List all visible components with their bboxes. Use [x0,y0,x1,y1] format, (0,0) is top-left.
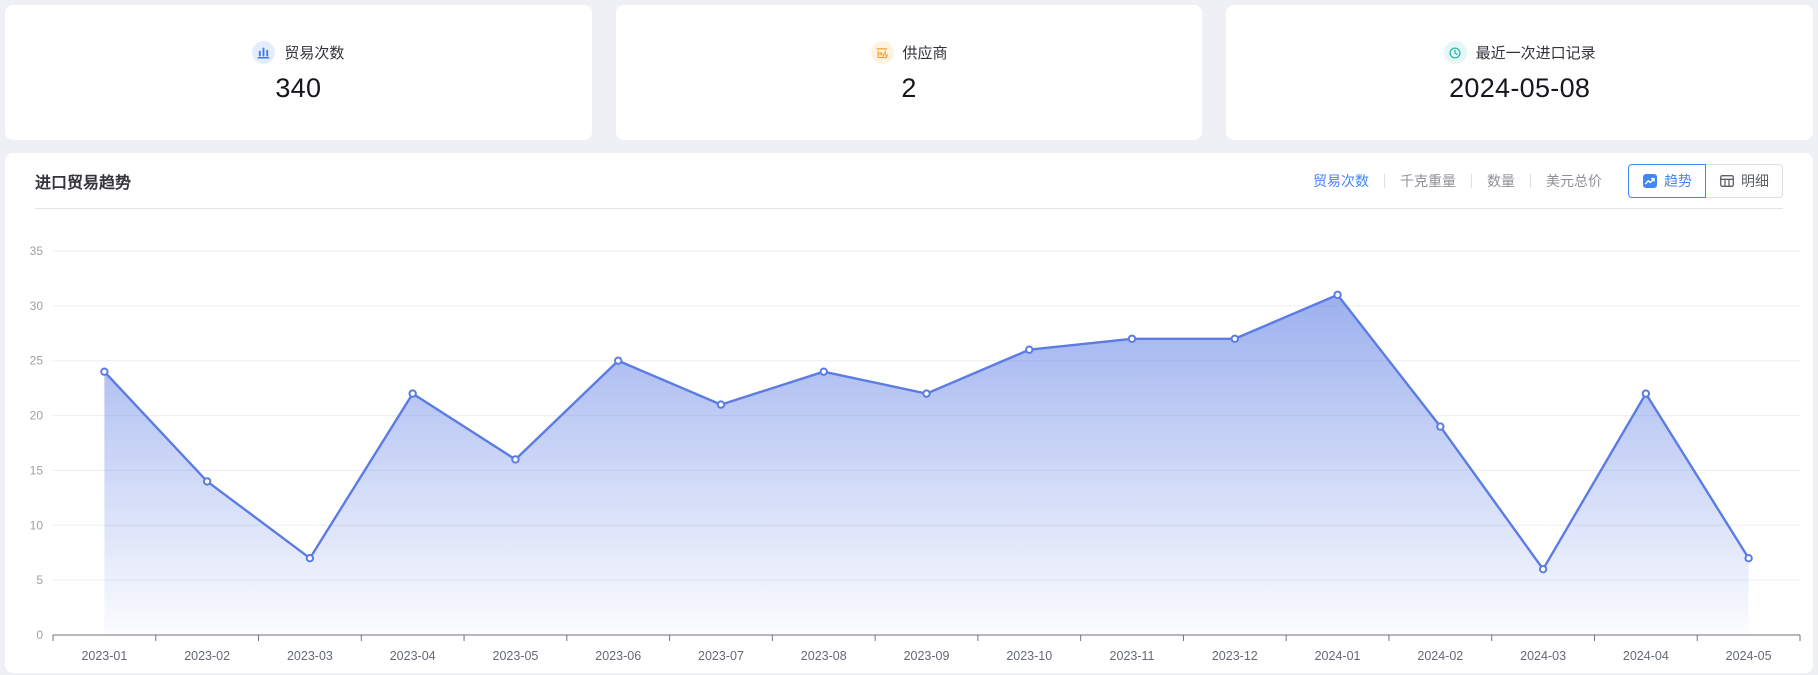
tab-usd-total[interactable]: 美元总价 [1546,171,1602,191]
stat-label: 贸易次数 [284,42,344,63]
metric-tabs: 贸易次数 千克重量 数量 美元总价 [1313,171,1602,191]
tab-quantity[interactable]: 数量 [1487,171,1515,191]
clock-icon [1444,41,1467,64]
svg-text:25: 25 [30,354,44,368]
stat-label: 最近一次进口记录 [1476,42,1596,63]
trend-panel: 进口贸易趋势 贸易次数 千克重量 数量 美元总价 [5,153,1813,673]
tab-trade-count[interactable]: 贸易次数 [1313,171,1369,191]
trend-panel-header: 进口贸易趋势 贸易次数 千克重量 数量 美元总价 [35,153,1783,209]
svg-text:2023-08: 2023-08 [801,649,847,663]
factory-icon [871,41,894,64]
table-icon [1719,173,1735,189]
stat-value: 2 [901,73,916,104]
svg-text:2023-09: 2023-09 [904,649,950,663]
stats-row: 贸易次数 340 [0,0,1818,140]
panel-controls: 贸易次数 千克重量 数量 美元总价 [1313,164,1783,198]
bar-chart-icon [252,41,275,64]
svg-text:2024-04: 2024-04 [1623,649,1669,663]
detail-view-button[interactable]: 明细 [1705,164,1783,198]
svg-text:2023-05: 2023-05 [493,649,539,663]
tab-kg-weight[interactable]: 千克重量 [1400,171,1456,191]
svg-text:15: 15 [30,463,44,477]
trend-view-button[interactable]: 趋势 [1628,164,1706,198]
dashboard-page: 贸易次数 340 [0,0,1818,673]
chart-area[interactable]: 0 5 10 15 20 25 30 35 2023-01 2023-02 2023-03 2023-… [5,209,1813,670]
stat-value: 2024-05-08 [1449,73,1590,104]
svg-text:2024-02: 2024-02 [1417,649,1463,663]
svg-text:2023-03: 2023-03 [287,649,333,663]
svg-text:30: 30 [30,299,44,313]
stat-card-trade-count: 贸易次数 340 [5,5,592,140]
stat-card-last-import: 最近一次进口记录 2024-05-08 [1226,5,1813,140]
svg-text:0: 0 [36,628,43,642]
svg-text:2023-06: 2023-06 [595,649,641,663]
svg-text:2023-02: 2023-02 [184,649,230,663]
panel-title: 进口贸易趋势 [35,169,131,193]
svg-text:2023-07: 2023-07 [698,649,744,663]
svg-text:2024-05: 2024-05 [1726,649,1772,663]
stat-value: 340 [275,73,321,104]
svg-text:2023-11: 2023-11 [1110,649,1155,663]
svg-text:2024-01: 2024-01 [1315,649,1361,663]
tab-separator [1530,174,1531,188]
svg-text:2023-04: 2023-04 [390,649,436,663]
stat-card-suppliers: 供应商 2 [616,5,1203,140]
svg-text:2024-03: 2024-03 [1520,649,1566,663]
svg-text:2023-10: 2023-10 [1006,649,1052,663]
svg-text:10: 10 [30,518,44,532]
svg-text:2023-01: 2023-01 [81,649,127,663]
tab-separator [1471,174,1472,188]
svg-text:5: 5 [36,573,43,587]
view-toggle: 趋势 明细 [1628,164,1783,198]
tab-separator [1384,174,1385,188]
trend-icon [1642,173,1658,189]
svg-text:20: 20 [30,409,44,423]
svg-text:35: 35 [30,244,44,258]
svg-text:2023-12: 2023-12 [1212,649,1258,663]
stat-label: 供应商 [903,42,948,63]
trend-line-chart[interactable]: 0 5 10 15 20 25 30 35 2023-01 2023-02 2023-03 2023-… [5,215,1813,670]
